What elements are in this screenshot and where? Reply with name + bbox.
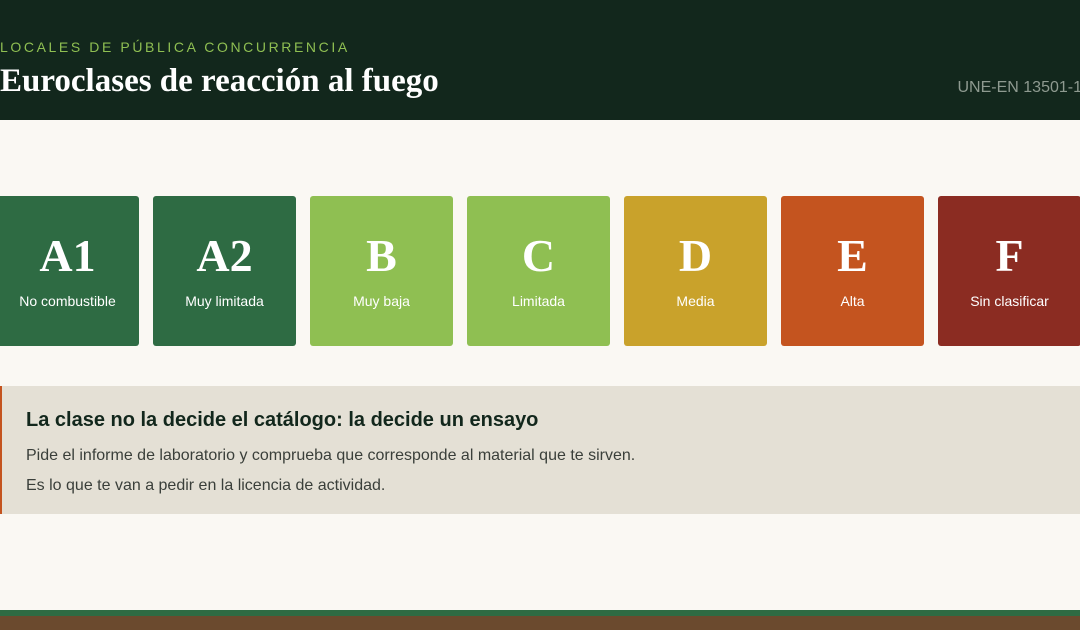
class-card-f: F Sin clasificar xyxy=(938,196,1080,346)
class-label: Media xyxy=(676,293,715,309)
notice-box: La clase no la decide el catálogo: la de… xyxy=(0,386,1080,514)
euroclass-cards: A1 No combustible A2 Muy limitada B Muy … xyxy=(0,196,1080,346)
class-label: Limitada xyxy=(512,293,565,309)
class-card-a1: A1 No combustible xyxy=(0,196,139,346)
standard-reference: UNE-EN 13501-1 xyxy=(957,79,1080,96)
header: LOCALES DE PÚBLICA CONCURRENCIA Euroclas… xyxy=(0,0,1080,120)
class-letter: D xyxy=(678,230,713,281)
class-label: Sin clasificar xyxy=(970,293,1049,309)
class-letter: F xyxy=(995,230,1024,281)
footer-stripe-brown xyxy=(0,616,1080,630)
class-label: Muy baja xyxy=(353,293,410,309)
class-card-c: C Limitada xyxy=(467,196,610,346)
page: LOCALES DE PÚBLICA CONCURRENCIA Euroclas… xyxy=(0,0,1080,630)
class-label: Alta xyxy=(840,293,865,309)
class-label: No combustible xyxy=(19,293,116,309)
class-card-e: E Alta xyxy=(781,196,924,346)
notice-title: La clase no la decide el catálogo: la de… xyxy=(26,409,539,431)
header-kicker: LOCALES DE PÚBLICA CONCURRENCIA xyxy=(0,39,350,55)
class-letter: A2 xyxy=(196,230,253,281)
page-title: Euroclases de reacción al fuego xyxy=(0,63,439,99)
class-letter: E xyxy=(837,230,868,281)
notice-text-line: Pide el informe de laboratorio y comprue… xyxy=(26,447,636,464)
class-letter: C xyxy=(521,230,556,281)
notice-text-line: Es lo que te van a pedir en la licencia … xyxy=(26,477,386,494)
class-card-d: D Media xyxy=(624,196,767,346)
class-letter: B xyxy=(366,230,397,281)
class-letter: A1 xyxy=(39,230,96,281)
class-label: Muy limitada xyxy=(185,293,264,309)
class-card-a2: A2 Muy limitada xyxy=(153,196,296,346)
class-card-b: B Muy baja xyxy=(310,196,453,346)
